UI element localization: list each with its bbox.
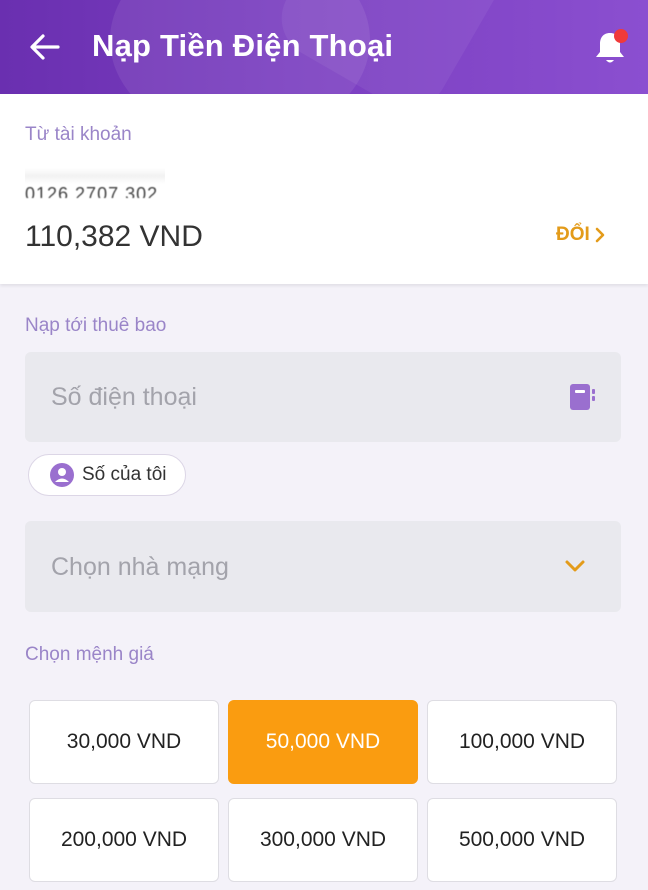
recipient-label: Nạp tới thuê bao	[25, 315, 167, 336]
arrow-left-icon	[30, 34, 60, 60]
network-select[interactable]: Chọn nhà mạng	[25, 521, 621, 612]
account-number: 0126 2707 302	[25, 184, 159, 198]
amount-option-30000[interactable]: 30,000 VND	[29, 700, 219, 784]
amount-option-500000[interactable]: 500,000 VND	[427, 798, 617, 882]
change-account-button[interactable]: ĐỔI	[556, 224, 606, 246]
amount-option-200000[interactable]: 200,000 VND	[29, 798, 219, 882]
account-balance: 110,382 VND	[25, 220, 203, 253]
my-number-label: Số của tôi	[82, 464, 167, 485]
page-title: Nạp Tiền Điện Thoại	[92, 28, 394, 63]
phone-number-input[interactable]	[51, 352, 551, 442]
app-header: Nạp Tiền Điện Thoại	[0, 0, 648, 94]
source-account-label: Từ tài khoản	[25, 124, 132, 145]
change-account-label: ĐỔI	[556, 224, 590, 245]
chevron-right-icon	[595, 227, 605, 243]
back-button[interactable]	[28, 32, 62, 62]
my-number-button[interactable]: Số của tôi	[28, 454, 186, 496]
amount-label: Chọn mệnh giá	[25, 644, 154, 665]
chevron-down-icon	[565, 560, 585, 572]
amount-option-100000[interactable]: 100,000 VND	[427, 700, 617, 784]
notification-badge	[614, 29, 628, 43]
amount-option-300000[interactable]: 300,000 VND	[228, 798, 418, 882]
user-circle-icon	[50, 463, 74, 487]
source-account-card: Từ tài khoản 0126 2707 302 110,382 VND Đ…	[0, 94, 648, 284]
amount-option-50000[interactable]: 50,000 VND	[228, 700, 418, 784]
contact-book-icon[interactable]	[567, 382, 597, 412]
phone-number-field[interactable]	[25, 352, 621, 442]
network-select-placeholder: Chọn nhà mạng	[51, 553, 229, 581]
